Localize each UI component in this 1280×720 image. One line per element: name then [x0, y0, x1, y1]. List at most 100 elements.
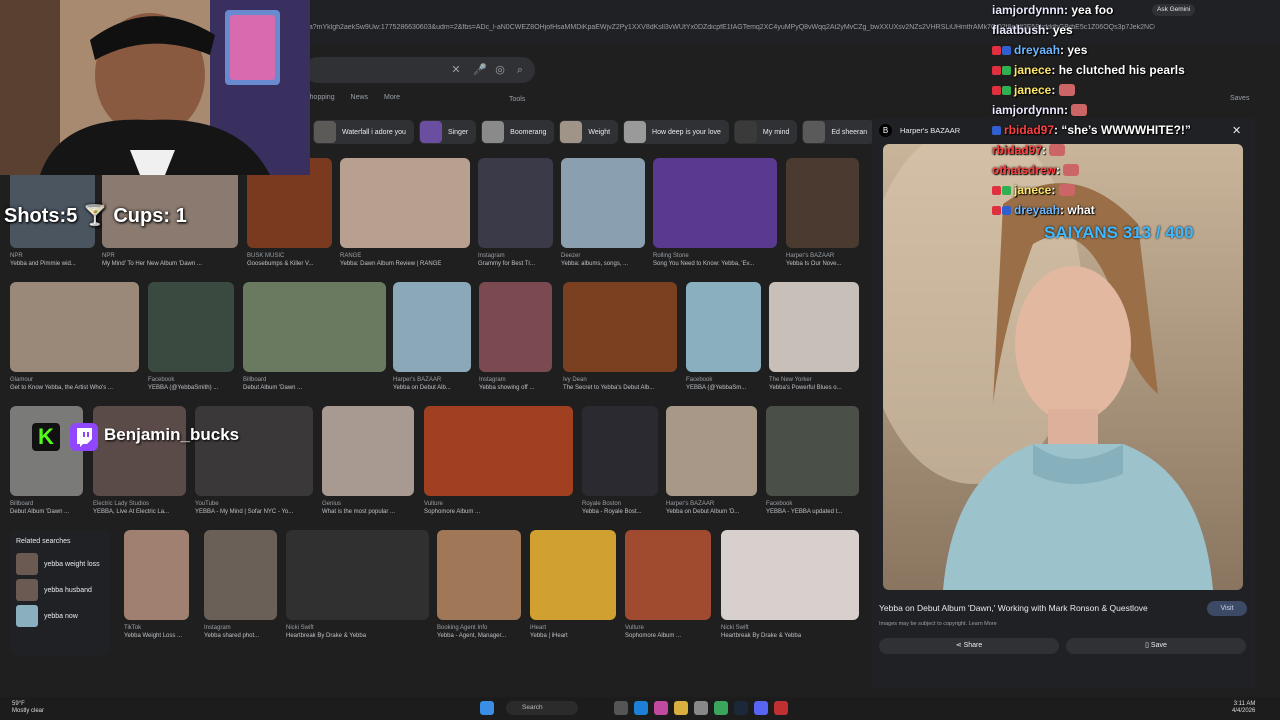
result-caption[interactable]: RANGE Yebba: Dawn Album Review | RANGE — [340, 252, 470, 268]
search-icon[interactable]: ⌕ — [513, 63, 527, 77]
result-image[interactable] — [686, 282, 761, 372]
result-caption[interactable]: Nicki Swift Heartbreak By Drake & Yebba — [721, 624, 859, 640]
chrome-icon[interactable] — [714, 701, 728, 715]
result-image[interactable] — [124, 530, 189, 620]
result-caption[interactable]: iHeart Yebba | iHeart — [530, 624, 616, 640]
result-image[interactable] — [479, 282, 552, 372]
related-item[interactable]: yebba weight loss — [10, 551, 110, 577]
weather-widget[interactable]: 59°F Mostly clear — [12, 701, 44, 715]
related-label: yebba husband — [44, 586, 92, 594]
result-caption[interactable]: TikTok Yebba Weight Loss ... — [124, 624, 189, 640]
result-caption[interactable]: Facebook YEBBA - YEBBA updated t... — [766, 500, 859, 516]
result-image[interactable] — [148, 282, 234, 372]
related-label: yebba now — [44, 612, 78, 620]
taskbar-search[interactable]: Search — [506, 701, 578, 715]
result-caption[interactable]: Vulture Sophomore Album ... — [424, 500, 573, 516]
result-caption[interactable]: Genius What is the most popular ... — [322, 500, 414, 516]
result-caption[interactable]: BUSK MUSIC Goosebumps & Killer V... — [247, 252, 332, 268]
chip[interactable]: Weight — [559, 120, 619, 144]
result-image[interactable] — [195, 406, 313, 496]
system-clock[interactable]: 3:11 AM 4/4/2026 — [1232, 701, 1255, 715]
result-caption[interactable]: Harper's BAZAAR Yebba Is Our Nove... — [786, 252, 859, 268]
chip[interactable]: Singer — [418, 120, 477, 144]
obs-icon[interactable] — [774, 701, 788, 715]
result-image[interactable] — [563, 282, 677, 372]
result-caption[interactable]: Instagram Yebba showing off ... — [479, 376, 552, 392]
chip[interactable]: Waterfall i adore you — [313, 120, 414, 144]
task-view-icon[interactable] — [614, 701, 628, 715]
result-caption[interactable]: Electric Lady Studios YEBBA, Live At Elec… — [93, 500, 186, 516]
result-image[interactable] — [530, 530, 616, 620]
result-image[interactable] — [286, 530, 429, 620]
emote-icon — [1058, 84, 1075, 96]
result-caption[interactable]: Ivy Dean The Secret to Yebba's Debut Alb.… — [563, 376, 677, 392]
discord-icon[interactable] — [754, 701, 768, 715]
tab-news[interactable]: News — [351, 94, 369, 101]
result-image[interactable] — [561, 158, 645, 248]
result-image[interactable] — [424, 406, 573, 496]
result-image[interactable] — [653, 158, 777, 248]
lens-icon[interactable]: ◎ — [493, 63, 507, 77]
file-explorer-icon[interactable] — [674, 701, 688, 715]
result-caption[interactable]: NPR My Mind' To Her New Album 'Dawn ... — [102, 252, 238, 268]
result-caption[interactable]: Billboard Debut Album 'Dawn ... — [243, 376, 386, 392]
result-caption[interactable]: NPR Yebba and Pimmie wid... — [10, 252, 95, 268]
result-image[interactable] — [666, 406, 757, 496]
result-caption[interactable]: Nicki Swift Heartbreak By Drake & Yebba — [286, 624, 429, 640]
result-image[interactable] — [322, 406, 414, 496]
result-image[interactable] — [93, 406, 186, 496]
result-caption[interactable]: Glamour Get to Know Yebba, the Artist Who… — [10, 376, 139, 392]
result-image[interactable] — [243, 282, 386, 372]
result-caption[interactable]: Rolling Stone Song You Need to Know: Yebb… — [653, 252, 777, 268]
save-button[interactable]: ▯ Save — [1066, 638, 1246, 654]
result-image[interactable] — [582, 406, 658, 496]
chat-separator: : — [1064, 103, 1072, 117]
related-item[interactable]: yebba husband — [10, 577, 110, 603]
clear-icon[interactable]: ✕ — [449, 63, 463, 77]
result-caption[interactable]: Vulture Sophomore Album ... — [625, 624, 711, 640]
result-caption[interactable]: Billboard Debut Album 'Dawn ... — [10, 500, 83, 516]
result-caption[interactable]: Harper's BAZAAR Yebba on Debut Album 'D..… — [666, 500, 757, 516]
result-caption[interactable]: YouTube YEBBA - My Mind | Sofar NYC - Yo.… — [195, 500, 313, 516]
edge-icon[interactable] — [634, 701, 648, 715]
preview-caption[interactable]: Yebba on Debut Album 'Dawn,' Working wit… — [879, 603, 1148, 613]
tab-more[interactable]: More — [384, 94, 400, 101]
result-caption[interactable]: Harper's BAZAAR Yebba on Debut Alb... — [393, 376, 471, 392]
result-image[interactable] — [478, 158, 553, 248]
tools-button[interactable]: Tools — [509, 96, 525, 103]
result-caption[interactable]: The New Yorker Yebba's Powerful Blues o..… — [769, 376, 859, 392]
windows-start-icon[interactable] — [480, 701, 494, 715]
result-image[interactable] — [766, 406, 859, 496]
result-image[interactable] — [340, 158, 470, 248]
result-source: The New Yorker — [769, 377, 812, 383]
app-icon[interactable] — [654, 701, 668, 715]
result-caption[interactable]: Facebook YEBBA (@YebbaSmith) ... — [148, 376, 234, 392]
result-image[interactable] — [721, 530, 859, 620]
result-caption[interactable]: Booking Agent Info Yebba - Agent, Manager… — [437, 624, 521, 640]
steam-icon[interactable] — [734, 701, 748, 715]
source-name[interactable]: Harper's BAZAAR — [900, 126, 960, 135]
result-caption[interactable]: Instagram Yebba shared phot... — [204, 624, 277, 640]
share-button[interactable]: ⋖ Share — [879, 638, 1059, 654]
result-caption[interactable]: Instagram Grammy for Best Tr... — [478, 252, 553, 268]
visit-button[interactable]: Visit — [1207, 601, 1247, 616]
chip[interactable]: How deep is your love — [623, 120, 729, 144]
chip[interactable]: Boomerang — [481, 120, 555, 144]
search-input[interactable]: ✕ 🎤 ◎ ⌕ — [305, 57, 535, 83]
result-image[interactable] — [437, 530, 521, 620]
result-image[interactable] — [769, 282, 859, 372]
result-caption[interactable]: Deezer Yebba: albums, songs, ... — [561, 252, 645, 268]
microphone-icon[interactable]: 🎤 — [473, 63, 487, 77]
result-image[interactable] — [786, 158, 859, 248]
settings-icon[interactable] — [694, 701, 708, 715]
chip[interactable]: My mind — [733, 120, 798, 144]
result-image[interactable] — [393, 282, 471, 372]
related-item[interactable]: yebba now — [10, 603, 110, 629]
result-image[interactable] — [204, 530, 277, 620]
result-caption[interactable]: Facebook YEBBA (@YebbaSm... — [686, 376, 761, 392]
result-image[interactable] — [10, 282, 139, 372]
chip[interactable]: Ed sheeran — [802, 120, 873, 144]
result-image[interactable] — [10, 406, 83, 496]
result-image[interactable] — [625, 530, 711, 620]
result-caption[interactable]: Royale Boston Yebba - Royale Bost... — [582, 500, 658, 516]
